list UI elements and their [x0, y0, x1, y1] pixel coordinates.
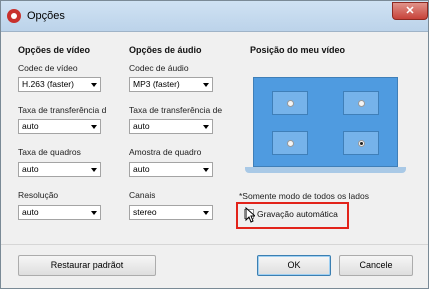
video-bitrate-label: Taxa de transferência d	[18, 105, 107, 115]
app-logo-icon	[7, 9, 21, 23]
audio-samplerate-label: Amostra de quadro	[129, 147, 202, 157]
mouse-cursor-icon	[245, 207, 255, 223]
ok-button[interactable]: OK	[257, 255, 331, 276]
audio-bitrate-select[interactable]: auto	[129, 119, 213, 134]
video-codec-value: H.263 (faster)	[22, 79, 74, 89]
audio-samplerate-value: auto	[133, 164, 150, 174]
video-bitrate-select[interactable]: auto	[18, 119, 101, 134]
chevron-down-icon	[203, 83, 209, 87]
position-bottom-right[interactable]	[343, 131, 379, 155]
screen-preview	[253, 77, 398, 167]
radio-bottom-left[interactable]	[287, 140, 294, 147]
video-framerate-value: auto	[22, 164, 39, 174]
position-top-left[interactable]	[272, 91, 308, 115]
video-bitrate-value: auto	[22, 121, 39, 131]
video-resolution-select[interactable]: auto	[18, 205, 101, 220]
close-button[interactable]: ✕	[392, 2, 428, 20]
options-dialog: Opções ✕ Opções de vídeo Codec de vídeo …	[0, 0, 429, 289]
audio-channels-label: Canais	[129, 190, 156, 200]
video-codec-select[interactable]: H.263 (faster)	[18, 77, 101, 92]
chevron-down-icon	[91, 125, 97, 129]
audio-samplerate-select[interactable]: auto	[129, 162, 213, 177]
audio-options-heading: Opções de áudio	[129, 45, 202, 55]
footer-divider	[1, 244, 428, 245]
chevron-down-icon	[91, 83, 97, 87]
audio-channels-value: stereo	[133, 207, 157, 217]
audio-codec-label: Codec de áudio	[129, 63, 189, 73]
audio-bitrate-label: Taxa de transferência de	[129, 105, 223, 115]
laptop-base	[245, 167, 406, 173]
video-resolution-value: auto	[22, 207, 39, 217]
position-bottom-left[interactable]	[272, 131, 308, 155]
chevron-down-icon	[91, 168, 97, 172]
audio-bitrate-value: auto	[133, 121, 150, 131]
radio-top-right[interactable]	[358, 100, 365, 107]
video-framerate-select[interactable]: auto	[18, 162, 101, 177]
window-title: Opções	[27, 10, 65, 22]
auto-record-label: Gravação automática	[257, 209, 338, 219]
video-codec-label: Codec de vídeo	[18, 63, 78, 73]
cancel-button[interactable]: Cancele	[339, 255, 413, 276]
video-resolution-label: Resolução	[18, 190, 59, 200]
audio-codec-select[interactable]: MP3 (faster)	[129, 77, 213, 92]
position-top-right[interactable]	[343, 91, 379, 115]
chevron-down-icon	[203, 211, 209, 215]
audio-codec-value: MP3 (faster)	[133, 79, 180, 89]
chevron-down-icon	[203, 125, 209, 129]
position-note: *Somente modo de todos os lados	[239, 191, 369, 201]
radio-bottom-right[interactable]	[358, 140, 365, 147]
radio-top-left[interactable]	[287, 100, 294, 107]
chevron-down-icon	[91, 211, 97, 215]
title-bar: Opções ✕	[1, 1, 428, 32]
video-position-heading: Posição do meu vídeo	[250, 45, 346, 55]
video-framerate-label: Taxa de quadros	[18, 147, 81, 157]
restore-defaults-button[interactable]: Restaurar padrãot	[18, 255, 156, 276]
audio-channels-select[interactable]: stereo	[129, 205, 213, 220]
video-options-heading: Opções de vídeo	[18, 45, 91, 55]
chevron-down-icon	[203, 168, 209, 172]
